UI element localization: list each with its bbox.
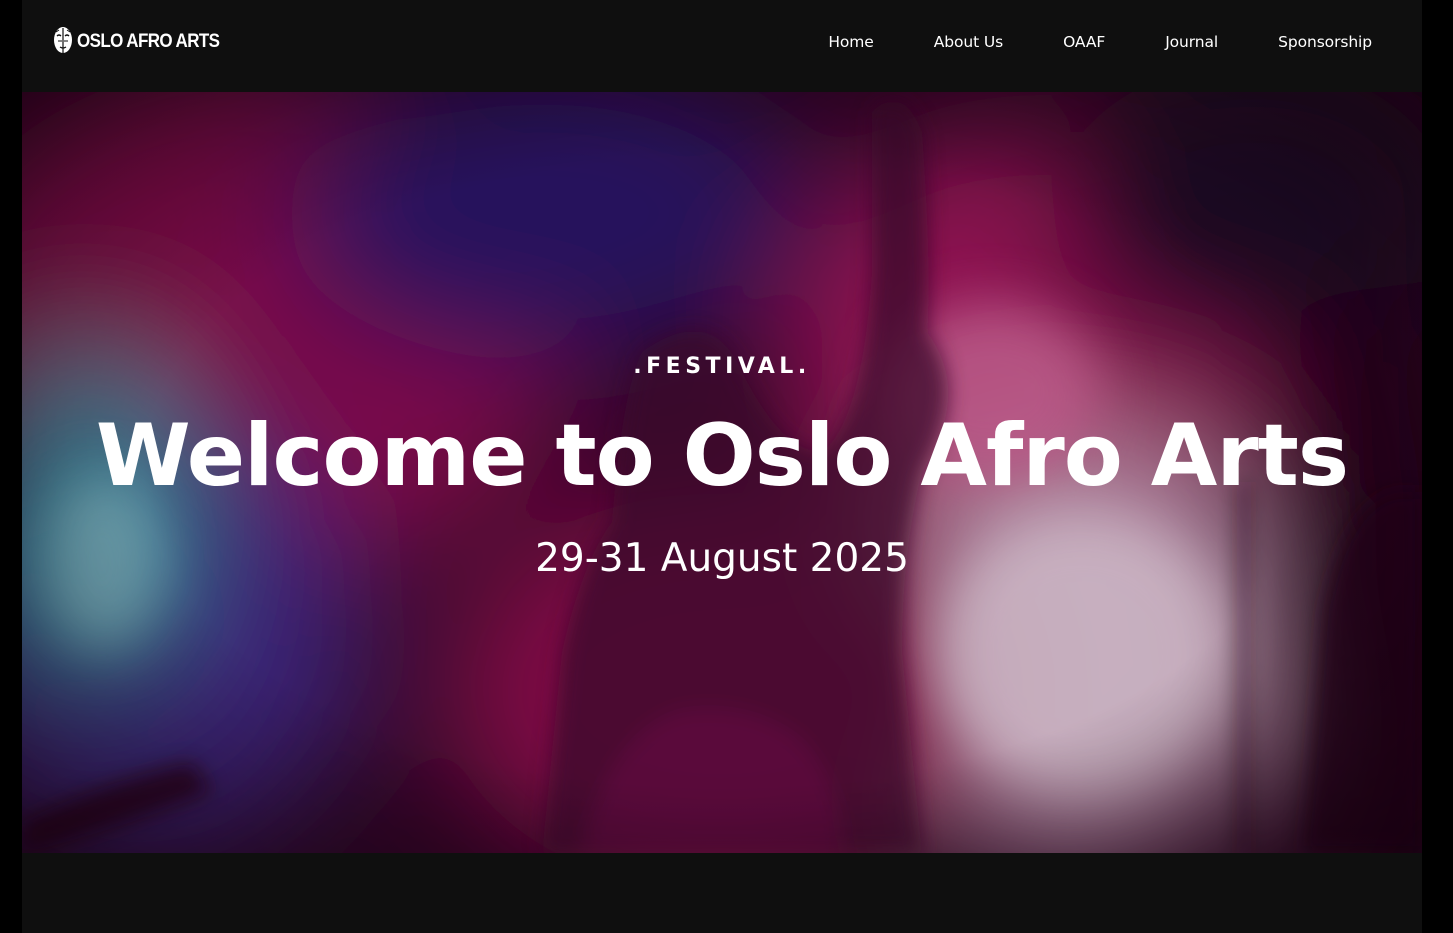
site-logo[interactable]: OSLO AFRO ARTS [52, 24, 220, 58]
nav-link-oaaf[interactable]: OAAF [1063, 33, 1105, 51]
content-band [22, 853, 1422, 933]
nav-link-home[interactable]: Home [828, 33, 873, 51]
nav-link-journal[interactable]: Journal [1165, 33, 1218, 51]
logo-text: OSLO AFRO ARTS [77, 29, 220, 52]
hero-eyebrow: .FESTIVAL. [633, 354, 811, 379]
page: OSLO AFRO ARTS Home About Us OAAF Journa… [22, 0, 1422, 933]
nav-link-sponsorship[interactable]: Sponsorship [1278, 33, 1372, 51]
site-header: OSLO AFRO ARTS Home About Us OAAF Journa… [22, 0, 1422, 92]
hero-date: 29-31 August 2025 [535, 536, 909, 581]
hero-section: .FESTIVAL. Welcome to Oslo Afro Arts 29-… [22, 92, 1422, 853]
hero-title: Welcome to Oslo Afro Arts [95, 406, 1349, 506]
mask-icon [54, 27, 72, 55]
main-nav: Home About Us OAAF Journal Sponsorship [828, 33, 1372, 51]
nav-link-about-us[interactable]: About Us [934, 33, 1003, 51]
